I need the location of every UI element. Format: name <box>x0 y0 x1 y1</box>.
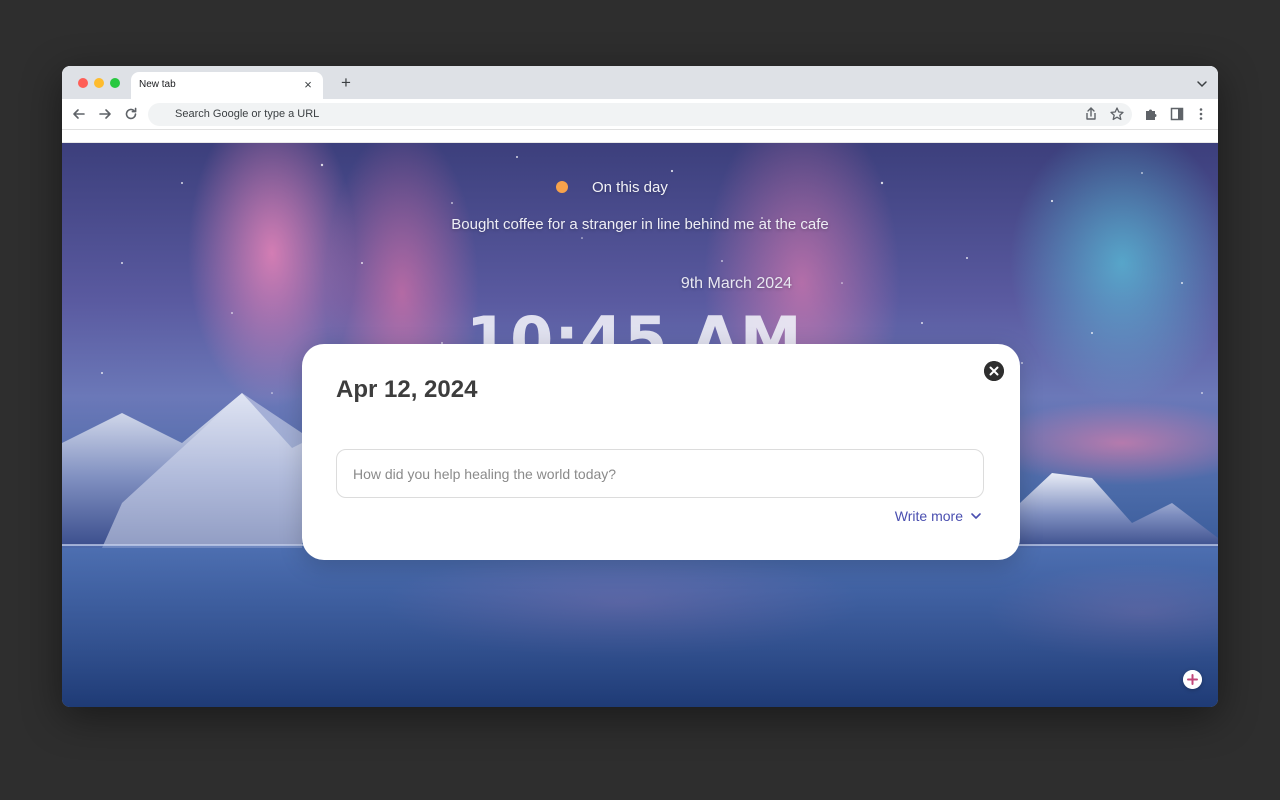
close-icon[interactable] <box>984 361 1004 381</box>
plus-icon[interactable] <box>1183 670 1202 689</box>
write-more-label: Write more <box>894 508 963 524</box>
browser-window: New tab × + Search Google or type a URL <box>62 66 1218 707</box>
journal-entry-input[interactable] <box>336 449 984 498</box>
tab-new-tab[interactable]: New tab × <box>131 72 323 99</box>
new-tab-page: On this day Bought coffee for a stranger… <box>62 143 1218 707</box>
side-panel-icon[interactable] <box>1169 106 1185 122</box>
tab-title: New tab <box>139 79 176 90</box>
on-this-day-label: On this day <box>592 179 668 196</box>
kebab-menu-icon[interactable] <box>1193 106 1209 122</box>
close-window-button[interactable] <box>78 78 88 88</box>
minimize-window-button[interactable] <box>94 78 104 88</box>
arrow-left-icon[interactable] <box>71 106 87 122</box>
on-this-day-entry: Bought coffee for a stranger in line beh… <box>451 216 829 233</box>
tab-close-icon[interactable]: × <box>301 78 315 92</box>
address-bar-placeholder: Search Google or type a URL <box>175 108 320 120</box>
maximize-window-button[interactable] <box>110 78 120 88</box>
puzzle-icon[interactable] <box>1143 106 1159 122</box>
chevron-down-icon <box>971 513 981 519</box>
clock: 10:45 AM <box>466 303 806 347</box>
tab-strip: New tab × + <box>62 66 1218 99</box>
on-this-day-dot <box>556 181 568 193</box>
address-bar[interactable]: Search Google or type a URL <box>148 103 1132 126</box>
reload-icon[interactable] <box>123 106 139 122</box>
write-more-button[interactable]: Write more <box>895 507 982 525</box>
new-tab-plus-icon[interactable]: + <box>338 74 354 91</box>
journal-entry-card: Apr 12, 2024 Write more <box>302 344 1020 560</box>
arrow-right-icon[interactable] <box>97 106 113 122</box>
on-this-day-date: 9th March 2024 <box>680 275 792 292</box>
bookmark-bar <box>62 129 1218 143</box>
star-icon[interactable] <box>1109 106 1125 122</box>
clock-time: 10:45 AM <box>466 303 803 347</box>
toolbar: Search Google or type a URL <box>62 99 1218 129</box>
card-date: Apr 12, 2024 <box>336 376 478 403</box>
share-icon[interactable] <box>1083 106 1099 122</box>
chevron-down-icon[interactable] <box>1196 78 1208 90</box>
